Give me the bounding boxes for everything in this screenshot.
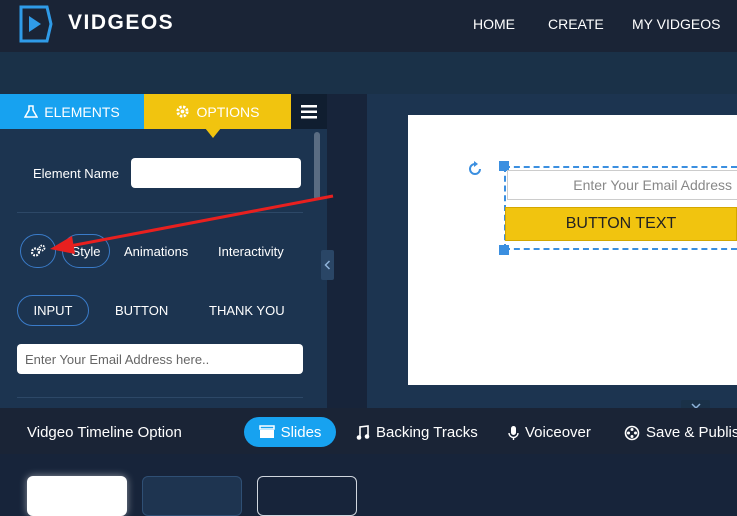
divider <box>17 212 303 213</box>
subtab-interactivity[interactable]: Interactivity <box>218 244 284 259</box>
type-tab-button[interactable]: BUTTON <box>115 303 168 318</box>
sub-header-bar <box>0 52 737 94</box>
subtab-style[interactable]: Style <box>62 234 110 268</box>
slide-thumbnail[interactable] <box>257 476 357 516</box>
element-name-label: Element Name <box>33 166 119 181</box>
slides-label: Slides <box>280 423 322 441</box>
divider <box>17 397 303 398</box>
element-name-input[interactable] <box>131 158 301 188</box>
resize-handle-bottom-left[interactable] <box>499 245 509 255</box>
rotate-icon[interactable] <box>466 160 484 178</box>
panel-collapse-button[interactable] <box>321 250 334 280</box>
logo-play-icon[interactable] <box>17 4 53 44</box>
voiceover-button[interactable]: Voiceover <box>508 424 591 441</box>
tab-elements-label: ELEMENTS <box>44 103 120 120</box>
tab-options-label: OPTIONS <box>196 103 260 120</box>
type-tab-input[interactable]: INPUT <box>17 295 89 326</box>
clapperboard-icon <box>258 425 275 438</box>
microphone-icon <box>508 425 519 440</box>
gears-icon <box>30 244 46 257</box>
slide-thumbnail[interactable] <box>142 476 242 516</box>
hamburger-menu-button[interactable] <box>291 94 327 129</box>
tab-options[interactable]: OPTIONS <box>144 94 291 129</box>
voiceover-label: Voiceover <box>525 424 591 441</box>
slide-canvas[interactable] <box>408 115 737 385</box>
tab-elements[interactable]: ELEMENTS <box>0 94 144 129</box>
backing-tracks-label: Backing Tracks <box>376 424 478 441</box>
canvas-button[interactable]: BUTTON TEXT <box>505 207 737 241</box>
type-tab-thank-you[interactable]: THANK YOU <box>209 303 285 318</box>
nav-my-vidgeos[interactable]: MY VIDGEOS <box>632 16 720 32</box>
email-placeholder-field[interactable] <box>17 344 303 374</box>
film-reel-icon <box>624 425 640 440</box>
active-tab-caret <box>205 128 221 138</box>
chevron-left-icon <box>324 260 331 270</box>
subtab-animations[interactable]: Animations <box>124 244 188 259</box>
nav-create[interactable]: CREATE <box>548 16 604 32</box>
timeline-title: Vidgeo Timeline Option <box>27 424 182 441</box>
slide-thumbnail[interactable] <box>27 476 127 516</box>
type-tab-input-label: INPUT <box>33 303 73 318</box>
canvas-email-input[interactable]: Enter Your Email Address <box>507 170 737 200</box>
music-note-icon <box>356 424 370 440</box>
backing-tracks-button[interactable]: Backing Tracks <box>356 424 478 441</box>
slides-button[interactable]: Slides <box>244 417 336 447</box>
flask-icon <box>24 104 39 118</box>
hamburger-menu-icon <box>301 104 317 118</box>
save-publish-label: Save & Publish <box>646 424 737 441</box>
nav-home[interactable]: HOME <box>473 16 515 32</box>
gear-icon <box>176 105 190 118</box>
save-publish-button[interactable]: Save & Publish <box>624 424 737 441</box>
panel-scrollbar[interactable] <box>314 132 320 200</box>
subtab-style-label: Style <box>71 243 101 259</box>
brand-name: VIDGEOS <box>68 11 175 34</box>
settings-button[interactable] <box>20 234 56 268</box>
